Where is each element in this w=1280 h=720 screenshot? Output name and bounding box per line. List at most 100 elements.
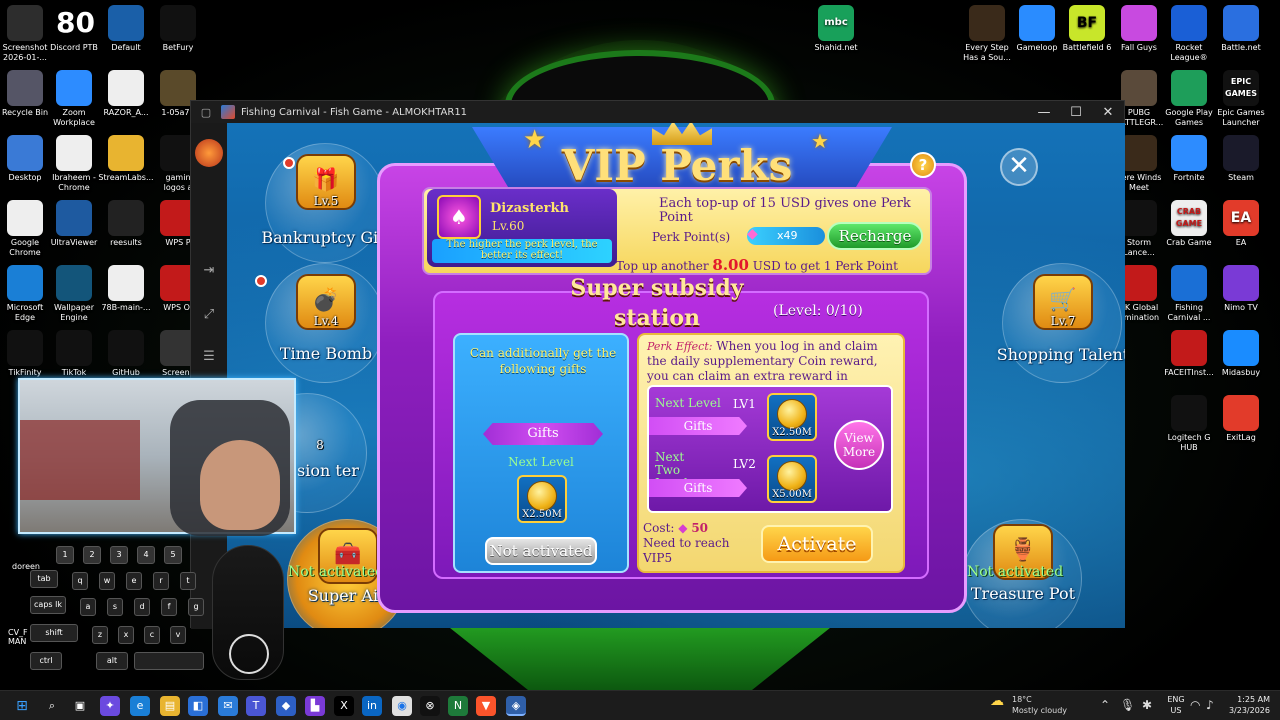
keyboard-key: r bbox=[153, 572, 169, 590]
cost-info: Cost: ◆ 50 Need to reach VIP5 bbox=[643, 521, 739, 566]
store-icon[interactable]: ◧ bbox=[188, 696, 208, 716]
desktop-icon[interactable]: Nimo TV bbox=[1210, 265, 1272, 313]
coin-icon bbox=[777, 461, 807, 491]
desktop-app-icon bbox=[1171, 330, 1207, 366]
keyboard-key: alt bbox=[96, 652, 128, 670]
desktop-app-icon bbox=[7, 70, 43, 106]
microphone-icon[interactable]: 🎙 bbox=[1120, 698, 1135, 712]
keyboard-key: g bbox=[188, 598, 204, 616]
cloud-sun-icon: ☁ bbox=[990, 693, 1004, 709]
desktop-icon-label: Epic Games Launcher bbox=[1217, 108, 1265, 127]
desktop-icon[interactable]: Steam bbox=[1210, 135, 1272, 183]
desktop-app-icon bbox=[1223, 135, 1259, 171]
time: 1:25 AM bbox=[1237, 695, 1270, 704]
perk-info-text: Each top-up of 15 USD gives one Perk Poi… bbox=[659, 196, 911, 225]
coin-icon bbox=[777, 399, 807, 429]
keyboard-key: ctrl bbox=[30, 652, 62, 670]
side-item-time-bomb[interactable]: 💣 Lv.4 Time Bomb bbox=[265, 263, 385, 383]
desktop-app-icon bbox=[160, 5, 196, 41]
mail-icon[interactable]: ✉ bbox=[218, 696, 238, 716]
keyboard-key: 5 bbox=[164, 546, 182, 564]
taskbar: ⊞ ⌕ ▣ ✦ e ▤ ◧ ✉ T ◆ ▙ X in ◉ ⊗ N ▼ ◈ ☁ 1… bbox=[0, 690, 1280, 720]
user-level: Lv.60 bbox=[492, 219, 525, 233]
mouse-scroll-icon bbox=[229, 634, 269, 674]
search-icon[interactable]: ⌕ bbox=[42, 696, 62, 716]
emulator-avatar-icon[interactable] bbox=[195, 139, 223, 167]
copilot-icon[interactable]: ✦ bbox=[100, 696, 120, 716]
desktop-app-icon bbox=[56, 70, 92, 106]
desktop-icon[interactable]: ExitLag bbox=[1210, 395, 1272, 443]
windows-start-icon[interactable]: ⊞ bbox=[12, 696, 32, 716]
webcam-background bbox=[20, 420, 140, 500]
side-item-level: 8 bbox=[316, 438, 324, 452]
desktop-icon[interactable]: EA EA bbox=[1210, 200, 1272, 248]
excel-icon[interactable]: N bbox=[448, 696, 468, 716]
desktop-app-icon bbox=[7, 135, 43, 171]
cost-value: 50 bbox=[691, 521, 709, 535]
close-window-button[interactable]: ✕ bbox=[1092, 105, 1124, 120]
menu-icon[interactable]: ☰ bbox=[197, 347, 221, 367]
chrome-icon[interactable]: ◉ bbox=[392, 696, 412, 716]
keyboard-key: w bbox=[99, 572, 115, 590]
desktop-app-icon bbox=[108, 70, 144, 106]
wifi-icon[interactable]: ◠ bbox=[1190, 698, 1200, 712]
app-icon-blue[interactable]: ◆ bbox=[276, 696, 296, 716]
volume-icon[interactable]: ♪ bbox=[1206, 698, 1214, 712]
keyboard-key: e bbox=[126, 572, 142, 590]
import-icon[interactable]: ⇥ bbox=[197, 261, 221, 281]
desktop-app-icon bbox=[1223, 5, 1259, 41]
desktop-icon[interactable]: BetFury bbox=[146, 5, 210, 53]
desktop-icon-label: ExitLag bbox=[1226, 433, 1256, 442]
sidebar-toggle-icon[interactable]: ▢ bbox=[191, 106, 221, 119]
recharge-button[interactable]: Recharge bbox=[827, 222, 923, 250]
desktop-app-icon bbox=[1121, 135, 1157, 171]
xbox-icon[interactable]: ⊗ bbox=[420, 696, 440, 716]
perk-points-value: x49 bbox=[747, 227, 825, 245]
desktop-icon[interactable]: Battle.net bbox=[1210, 5, 1272, 53]
extra-gifts-text: Can additionally get the following gifts bbox=[469, 346, 617, 376]
file-explorer-icon[interactable]: ▤ bbox=[160, 696, 180, 716]
edge-icon[interactable]: e bbox=[130, 696, 150, 716]
perk-tip: The higher the perk level, the better it… bbox=[432, 239, 612, 263]
desktop-app-icon bbox=[1171, 70, 1207, 106]
weather-widget[interactable]: ☁ 18°C Mostly cloudy bbox=[990, 693, 1067, 716]
side-item-treasure-pot[interactable]: 🏺 Not activated Treasure Pot bbox=[962, 519, 1082, 628]
desktop-icon-label: Steam bbox=[1228, 173, 1254, 182]
view-more-button[interactable]: View More bbox=[834, 420, 884, 470]
activate-button[interactable]: Activate bbox=[761, 525, 873, 563]
twitch-icon[interactable]: ▙ bbox=[305, 696, 325, 716]
clock[interactable]: 1:25 AM 3/23/2026 bbox=[1220, 694, 1270, 716]
bluetooth-icon[interactable]: ✱ bbox=[1142, 698, 1152, 712]
keyboard-key: 4 bbox=[137, 546, 155, 564]
game-window: ▢ Fishing Carnival - Fish Game - ALMOKHT… bbox=[190, 100, 1125, 629]
desktop-icon[interactable]: EPIC GAMES Epic Games Launcher bbox=[1210, 70, 1272, 128]
teams-icon[interactable]: T bbox=[246, 696, 266, 716]
not-activated-button[interactable]: Not activated bbox=[485, 537, 597, 565]
task-view-icon[interactable]: ▣ bbox=[70, 696, 90, 716]
brave-icon[interactable]: ▼ bbox=[476, 696, 496, 716]
x-icon[interactable]: X bbox=[334, 696, 354, 716]
gem-icon: ◆ bbox=[678, 521, 688, 535]
desktop-icon-shahid[interactable]: mbc Shahid.net bbox=[804, 5, 868, 53]
side-item-shopping-talent[interactable]: 🛒 Lv.7 Shopping Talent bbox=[997, 263, 1125, 383]
wallpaper-chevron bbox=[440, 620, 840, 690]
desktop-app-icon bbox=[1019, 5, 1055, 41]
minimize-button[interactable]: — bbox=[1028, 105, 1060, 120]
close-panel-button[interactable]: ✕ bbox=[1000, 148, 1038, 186]
language-indicator[interactable]: ENG US bbox=[1165, 694, 1187, 716]
desktop-icon-label: Battle.net bbox=[1221, 43, 1261, 52]
next-level-label: Next Level bbox=[508, 455, 574, 469]
space-key bbox=[134, 652, 204, 670]
fishing-carnival-taskbar-icon[interactable]: ◈ bbox=[506, 696, 526, 716]
help-button[interactable]: ? bbox=[910, 152, 936, 178]
linkedin-icon[interactable]: in bbox=[362, 696, 382, 716]
shahid-icon: mbc bbox=[818, 5, 854, 41]
maximize-button[interactable]: ☐ bbox=[1060, 105, 1092, 120]
desktop-icon[interactable]: Midasbuy bbox=[1210, 330, 1272, 378]
notification-dot bbox=[283, 157, 295, 169]
fullscreen-icon[interactable]: ⤢ bbox=[197, 305, 221, 325]
desktop-app-icon bbox=[1171, 265, 1207, 301]
cost-label: Cost: bbox=[643, 521, 675, 535]
coin-value: X2.50M bbox=[772, 427, 812, 438]
tray-chevron-icon[interactable]: ⌃ bbox=[1100, 698, 1110, 712]
